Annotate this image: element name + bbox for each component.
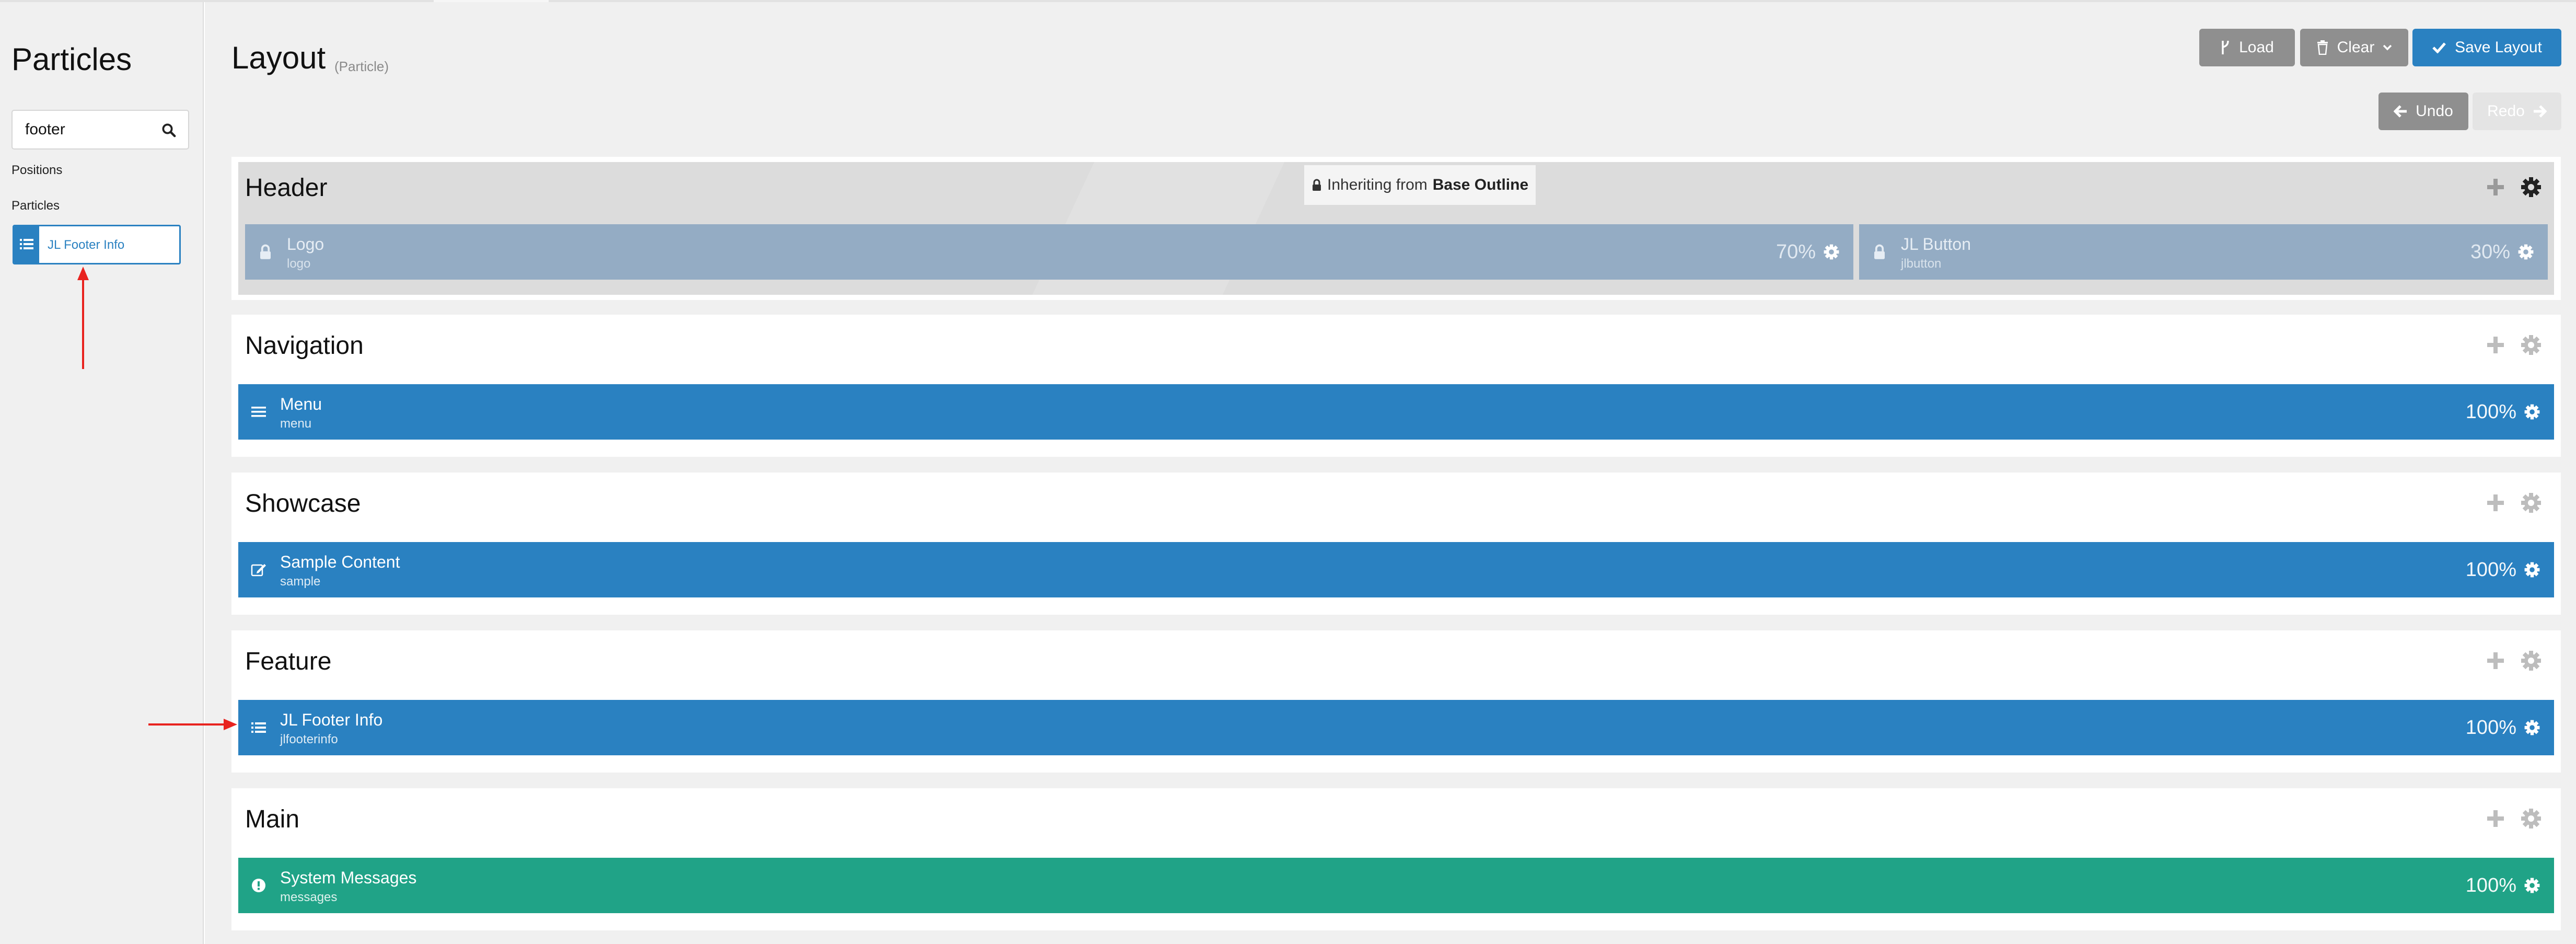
sidebar-particle-label: JL Footer Info [48, 238, 125, 252]
check-icon [2432, 42, 2446, 53]
particle-subtitle: logo [287, 257, 311, 271]
redo-button[interactable]: Redo [2473, 93, 2561, 130]
annotation-arrow-up [77, 267, 89, 369]
section-showcase: Showcase Sample Content sample 100% [231, 473, 2561, 615]
gear-icon[interactable] [1823, 244, 1840, 260]
page-subtitle: (Particle) [334, 59, 389, 74]
particle-logo[interactable]: Logo logo 70% [245, 224, 1853, 280]
load-button[interactable]: Load [2199, 29, 2295, 66]
inherit-prefix: Inheriting from [1327, 176, 1428, 193]
gear-icon[interactable] [2524, 404, 2540, 420]
list-icon [20, 239, 33, 249]
gear-icon[interactable] [2524, 719, 2540, 736]
particle-subtitle: messages [280, 890, 338, 904]
lock-icon [1874, 244, 1885, 259]
search-icon[interactable] [161, 122, 177, 138]
section-main: Main System Messages messages 100% [231, 788, 2561, 930]
section-navigation: Navigation Menu menu 100% [231, 315, 2561, 457]
lock-icon [1313, 179, 1321, 191]
particle-title: JL Footer Info [280, 710, 383, 729]
section-feature: Feature JL Footer Info jlfooterinfo 100% [231, 630, 2561, 773]
add-icon[interactable] [2486, 651, 2505, 670]
inherit-source: Base Outline [1432, 176, 1529, 193]
add-icon[interactable] [2486, 336, 2505, 354]
particle-title: Logo [287, 235, 324, 254]
particle-menu[interactable]: Menu menu 100% [238, 384, 2554, 440]
particle-search-input[interactable] [25, 118, 156, 141]
particle-subtitle: jlbutton [1901, 257, 1942, 271]
page-title: Layout [231, 40, 326, 75]
clear-label: Clear [2337, 39, 2375, 56]
particle-system-messages[interactable]: System Messages messages 100% [238, 858, 2554, 913]
chevron-down-icon [2383, 44, 2392, 51]
gear-icon[interactable] [2524, 561, 2540, 578]
particle-title: Menu [280, 395, 322, 413]
gear-icon[interactable] [2524, 877, 2540, 894]
particles-sidebar: Particles Positions Particles JL Footer … [0, 2, 204, 944]
section-title-header: Header [245, 174, 328, 202]
sidebar-particle-jl-footer-info[interactable]: JL Footer Info [13, 225, 181, 264]
gear-icon[interactable] [2521, 808, 2542, 829]
add-icon[interactable] [2486, 809, 2505, 828]
alert-icon [252, 879, 265, 892]
particle-jl-button[interactable]: JL Button jlbutton 30% [1859, 224, 2548, 280]
particles-heading: Particles [11, 199, 60, 213]
arrow-left-icon [2394, 105, 2407, 118]
inherit-badge: Inheriting from Base Outline [1304, 165, 1536, 205]
particle-sample-content[interactable]: Sample Content sample 100% [238, 542, 2554, 597]
positions-heading: Positions [11, 163, 63, 177]
load-label: Load [2239, 39, 2274, 56]
undo-label: Undo [2416, 102, 2453, 120]
gear-icon[interactable] [2521, 492, 2542, 513]
particle-subtitle: sample [280, 574, 321, 589]
section-title-feature: Feature [245, 648, 332, 675]
section-title-navigation: Navigation [245, 332, 364, 360]
particle-title: JL Button [1901, 235, 1971, 254]
sidebar-title: Particles [11, 42, 132, 77]
save-layout-button[interactable]: Save Layout [2412, 29, 2561, 66]
particle-subtitle: jlfooterinfo [280, 732, 338, 746]
particle-width: 30% [2470, 241, 2510, 263]
gear-icon[interactable] [2521, 650, 2542, 671]
gear-icon[interactable] [2517, 244, 2534, 260]
trash-icon [2317, 40, 2328, 55]
particle-width: 70% [1776, 241, 1816, 263]
particle-jl-footer-info[interactable]: JL Footer Info jlfooterinfo 100% [238, 700, 2554, 755]
particle-width: 100% [2465, 717, 2516, 739]
redo-label: Redo [2487, 102, 2525, 120]
save-layout-label: Save Layout [2455, 39, 2542, 56]
lock-icon [260, 244, 271, 259]
annotation-arrow-right [148, 719, 237, 730]
section-title-main: Main [245, 805, 300, 833]
particle-width: 100% [2465, 559, 2516, 581]
layout-main: Layout (Particle) Load Clear Save Layout… [205, 2, 2576, 944]
gear-icon[interactable] [2521, 177, 2542, 198]
menu-icon [251, 407, 266, 417]
gear-icon[interactable] [2521, 335, 2542, 355]
list-icon [251, 722, 266, 733]
section-title-showcase: Showcase [245, 490, 361, 517]
particle-width: 100% [2465, 874, 2516, 896]
particle-title: System Messages [280, 868, 417, 887]
particle-title: Sample Content [280, 552, 400, 571]
clear-button[interactable]: Clear [2300, 29, 2408, 66]
particle-subtitle: menu [280, 417, 312, 431]
edit-icon [251, 564, 266, 577]
add-icon[interactable] [2486, 493, 2505, 512]
branch-icon [2222, 40, 2229, 54]
section-header: Header Inheriting from Base Outline Logo… [231, 157, 2561, 300]
add-icon[interactable] [2486, 178, 2505, 197]
undo-button[interactable]: Undo [2378, 93, 2468, 130]
arrow-right-icon [2533, 105, 2547, 118]
particle-search-box[interactable] [11, 110, 189, 149]
particle-width: 100% [2465, 401, 2516, 423]
